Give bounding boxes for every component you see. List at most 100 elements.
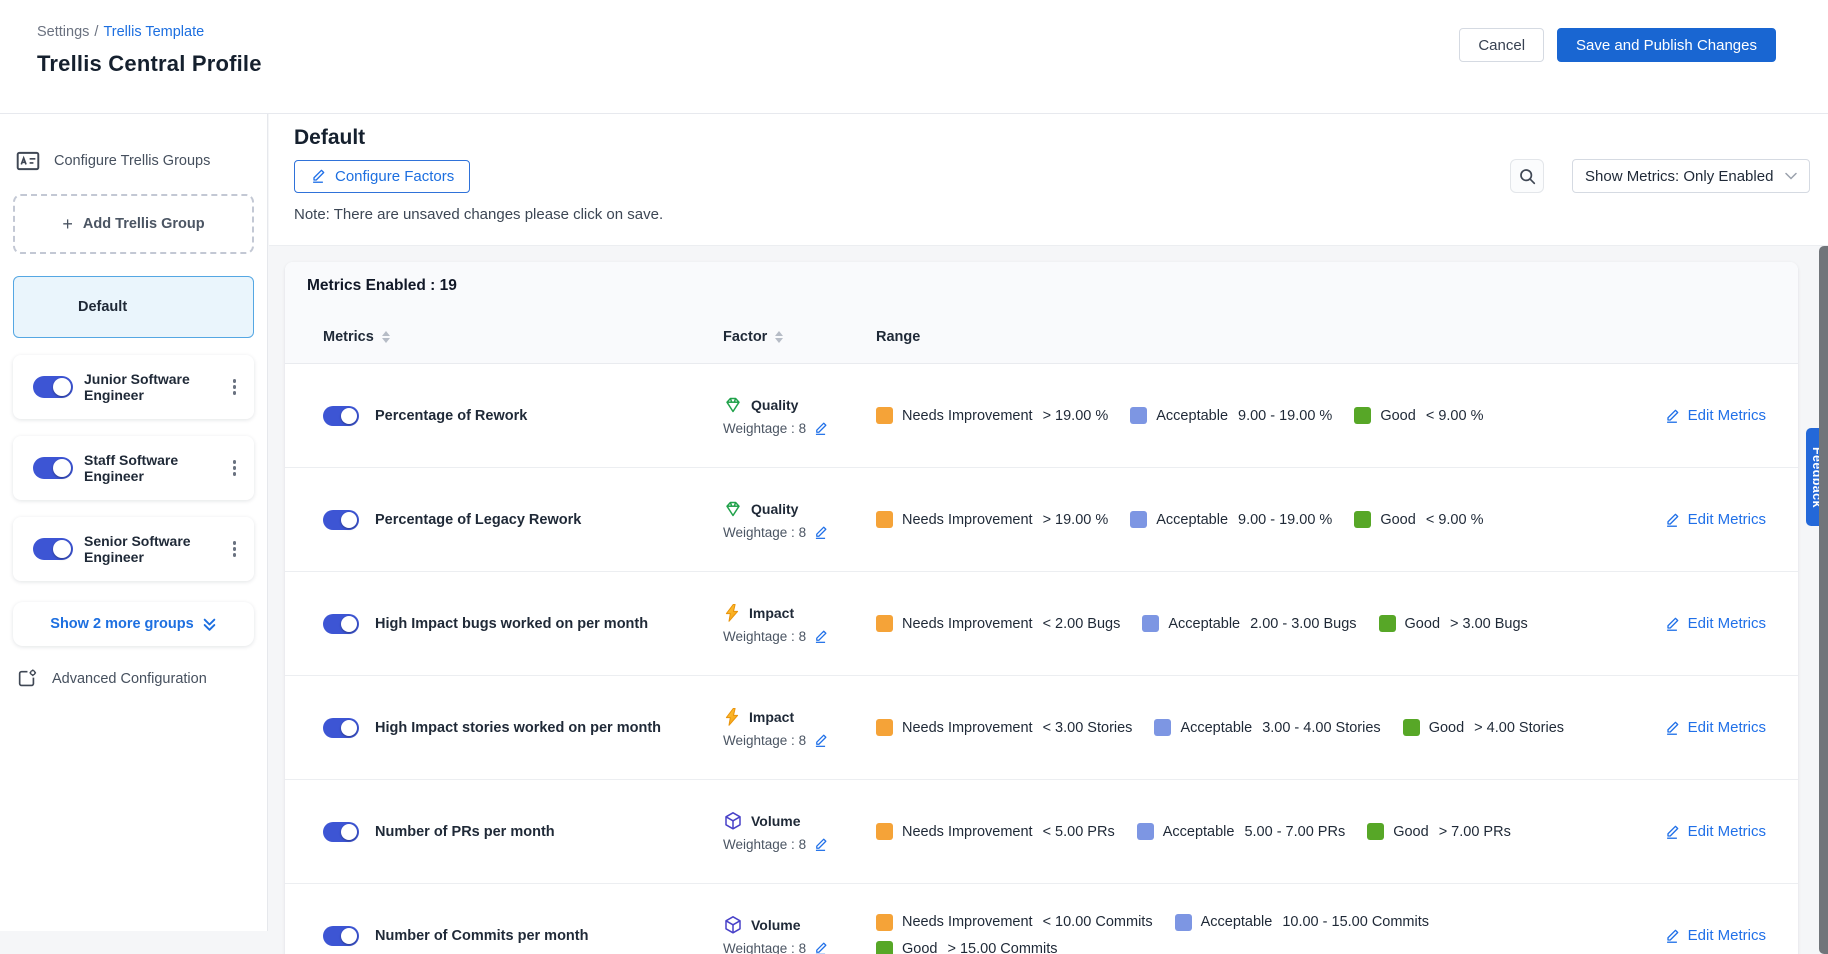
range-level: Acceptable: [1180, 720, 1252, 736]
pencil-icon: [310, 168, 326, 184]
edit-metrics-link[interactable]: Edit Metrics: [1631, 719, 1766, 736]
range-value: > 19.00 %: [1043, 408, 1109, 424]
range-value: 9.00 - 19.00 %: [1238, 408, 1332, 424]
search-button[interactable]: [1510, 159, 1544, 193]
edit-metrics-label: Edit Metrics: [1688, 511, 1766, 528]
configure-groups-header: Configure Trellis Groups: [13, 148, 254, 174]
metric-toggle[interactable]: [323, 406, 359, 426]
sidebar-item-senior-software-engineer[interactable]: Senior Software Engineer: [13, 517, 254, 581]
weightage-value: 8: [799, 421, 807, 436]
lightning-icon: [723, 603, 741, 623]
advanced-configuration-link[interactable]: Advanced Configuration: [13, 668, 254, 690]
range-chip-good: Good> 3.00 Bugs: [1379, 615, 1528, 632]
factor-name: Quality: [751, 397, 798, 413]
show-more-groups-button[interactable]: Show 2 more groups: [13, 602, 254, 646]
show-metrics-dropdown[interactable]: Show Metrics: Only Enabled: [1572, 159, 1810, 193]
edit-metrics-link[interactable]: Edit Metrics: [1631, 511, 1766, 528]
range-chip-good: Good> 4.00 Stories: [1403, 719, 1564, 736]
acceptable-swatch: [1175, 914, 1192, 931]
range-chip-acceptable: Acceptable 10.00 - 15.00 Commits: [1175, 914, 1429, 931]
range-level: Acceptable: [1201, 914, 1273, 930]
double-chevron-down-icon: [202, 617, 217, 632]
metric-toggle[interactable]: [323, 926, 359, 946]
edit-weightage-icon[interactable]: [813, 421, 828, 436]
header-left: Settings/Trellis Template Trellis Centra…: [37, 24, 262, 113]
range-level: Good: [1380, 512, 1415, 528]
kebab-menu-icon[interactable]: [227, 535, 243, 563]
add-trellis-group-label: Add Trellis Group: [83, 216, 205, 232]
junior-group-toggle[interactable]: [33, 376, 73, 398]
range-level: Acceptable: [1156, 512, 1228, 528]
range-level: Acceptable: [1156, 408, 1228, 424]
range-value: > 4.00 Stories: [1474, 720, 1564, 736]
range-level: Needs Improvement: [902, 824, 1033, 840]
group-name: Staff Software Engineer: [84, 452, 221, 484]
range-level: Needs Improvement: [902, 914, 1033, 930]
breadcrumb-settings[interactable]: Settings: [37, 24, 89, 40]
range-column-label: Range: [876, 329, 920, 345]
edit-weightage-icon[interactable]: [813, 525, 828, 540]
table-row: High Impact stories worked on per month …: [285, 676, 1798, 780]
sort-icon[interactable]: [382, 331, 390, 343]
cancel-button[interactable]: Cancel: [1459, 28, 1544, 62]
metric-toggle[interactable]: [323, 718, 359, 738]
staff-group-toggle[interactable]: [33, 457, 73, 479]
sidebar-item-junior-software-engineer[interactable]: Junior Software Engineer: [13, 355, 254, 419]
range-chip-good: Good< 9.00 %: [1354, 511, 1483, 528]
column-header-factor[interactable]: Factor: [723, 329, 876, 345]
kebab-menu-icon[interactable]: [227, 454, 243, 482]
edit-weightage-icon[interactable]: [813, 837, 828, 852]
metric-name: Number of PRs per month: [375, 824, 555, 840]
metric-name: High Impact stories worked on per month: [375, 720, 661, 736]
metric-toggle[interactable]: [323, 510, 359, 530]
cube-icon: [723, 915, 743, 935]
main-top-section: Default Configure Factors: [269, 114, 1828, 246]
range-chip-acceptable: Acceptable 9.00 - 19.00 %: [1130, 407, 1332, 424]
table-header-row: Metrics Factor Range: [285, 310, 1798, 364]
configure-factors-button[interactable]: Configure Factors: [294, 160, 470, 193]
metric-toggle[interactable]: [323, 822, 359, 842]
group-name: Junior Software Engineer: [84, 371, 221, 403]
breadcrumb-trellis-template[interactable]: Trellis Template: [103, 24, 204, 40]
vertical-scrollbar[interactable]: [1819, 246, 1828, 954]
edit-weightage-icon[interactable]: [813, 629, 828, 644]
range-chip-acceptable: Acceptable5.00 - 7.00 PRs: [1137, 823, 1346, 840]
sidebar-item-staff-software-engineer[interactable]: Staff Software Engineer: [13, 436, 254, 500]
factor-name: Volume: [751, 813, 801, 829]
edit-metrics-link[interactable]: Edit Metrics: [1631, 927, 1766, 944]
column-header-metrics[interactable]: Metrics: [323, 329, 723, 345]
sort-icon[interactable]: [775, 331, 783, 343]
edit-metrics-link[interactable]: Edit Metrics: [1631, 823, 1766, 840]
edit-metrics-link[interactable]: Edit Metrics: [1631, 615, 1766, 632]
group-name: Senior Software Engineer: [84, 533, 221, 565]
search-icon: [1518, 167, 1537, 186]
add-trellis-group-button[interactable]: + Add Trellis Group: [13, 194, 254, 254]
factor-column-label: Factor: [723, 329, 767, 345]
weightage-value: 8: [799, 629, 807, 644]
range-value: > 19.00 %: [1043, 512, 1109, 528]
edit-metrics-link[interactable]: Edit Metrics: [1631, 407, 1766, 424]
range-level: Acceptable: [1168, 616, 1240, 632]
show-metrics-value: Show Metrics: Only Enabled: [1585, 168, 1773, 185]
save-publish-button[interactable]: Save and Publish Changes: [1557, 28, 1776, 62]
senior-group-toggle[interactable]: [33, 538, 73, 560]
edit-weightage-icon[interactable]: [813, 733, 828, 748]
range-value: 10.00 - 15.00 Commits: [1282, 914, 1429, 930]
edit-metrics-label: Edit Metrics: [1688, 719, 1766, 736]
edit-metrics-label: Edit Metrics: [1688, 927, 1766, 944]
id-badge-icon: [15, 148, 41, 174]
needs-improvement-swatch: [876, 407, 893, 424]
edit-weightage-icon[interactable]: [813, 941, 828, 954]
kebab-menu-icon[interactable]: [227, 373, 243, 401]
good-swatch: [1367, 823, 1384, 840]
edit-metrics-label: Edit Metrics: [1688, 823, 1766, 840]
sidebar-item-default[interactable]: Default: [13, 276, 254, 338]
gem-icon: [723, 499, 743, 519]
metric-toggle[interactable]: [323, 614, 359, 634]
metrics-enabled-summary: Metrics Enabled : 19: [285, 262, 1798, 310]
table-row: Percentage of Legacy Rework Quality Weig…: [285, 468, 1798, 572]
configure-groups-label: Configure Trellis Groups: [54, 153, 210, 169]
lightning-icon: [723, 707, 741, 727]
weightage-value: 8: [799, 525, 807, 540]
range-level: Needs Improvement: [902, 408, 1033, 424]
